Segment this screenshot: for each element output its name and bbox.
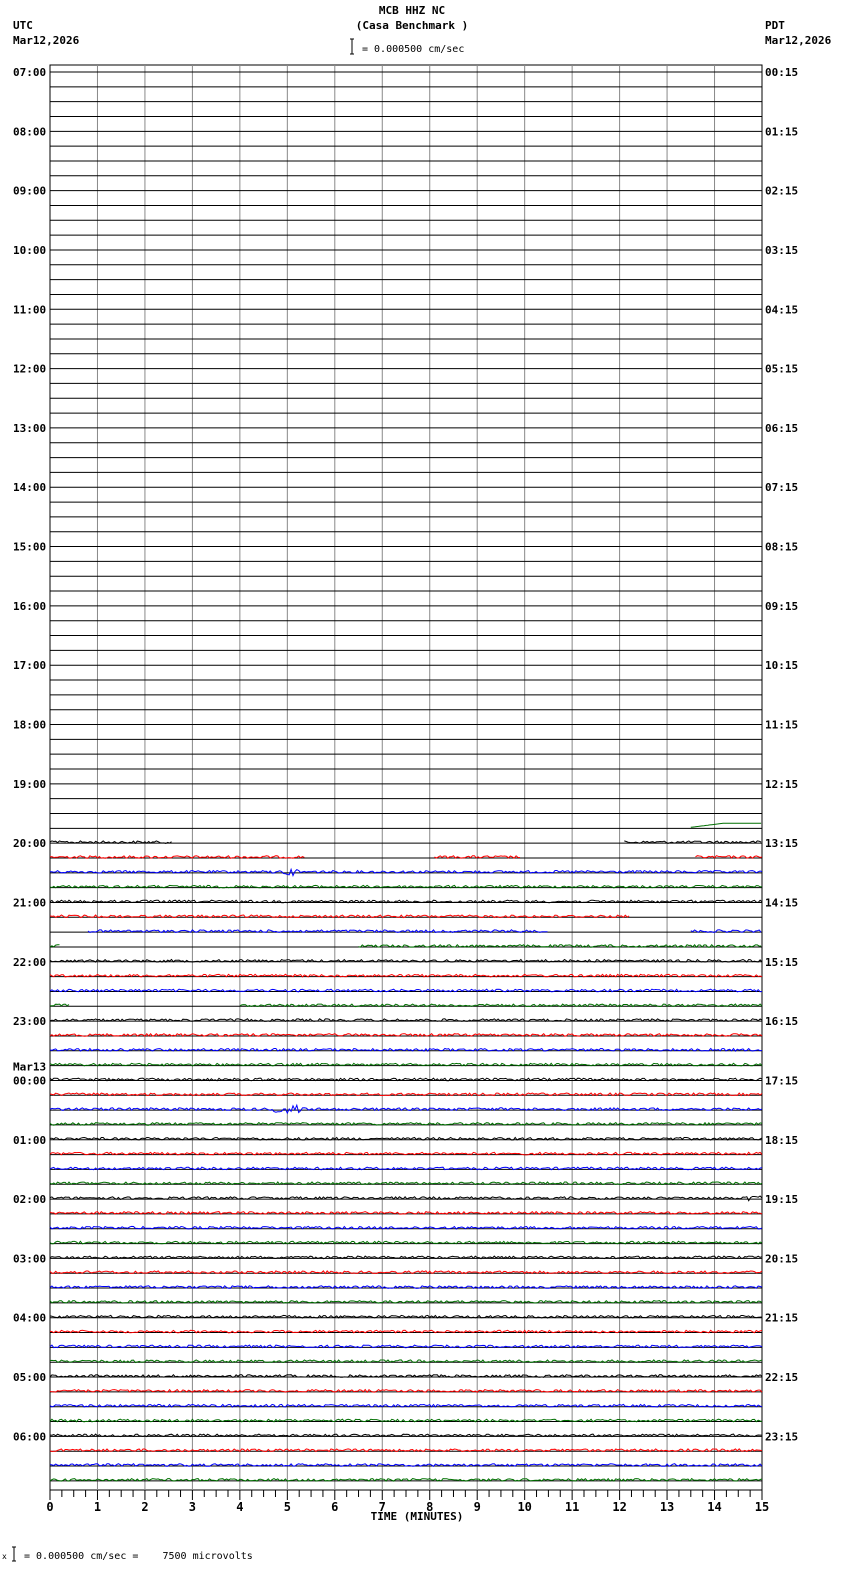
- utc-hour-label: 21:00: [13, 896, 46, 909]
- helicorder-plot: MCB HHZ NC (Casa Benchmark ) UTC Mar12,2…: [2, 4, 832, 1562]
- utc-hour-label: 18:00: [13, 719, 46, 732]
- x-tick-label: 10: [517, 1500, 531, 1514]
- pdt-hour-label: 15:15: [765, 956, 798, 969]
- utc-hour-label: 10:00: [13, 244, 46, 257]
- pdt-hour-label: 14:15: [765, 896, 798, 909]
- footer-scale-prefix: x: [2, 1552, 7, 1561]
- utc-hour-label: 22:00: [13, 956, 46, 969]
- utc-hour-label: 09:00: [13, 185, 46, 198]
- utc-hour-label: 16:00: [13, 600, 46, 613]
- pdt-hour-label: 06:15: [765, 422, 798, 435]
- utc-hour-label: 12:00: [13, 363, 46, 376]
- seismic-trace: [49, 1103, 763, 1115]
- traces: [49, 822, 763, 1482]
- pdt-hour-label: 21:15: [765, 1312, 798, 1325]
- left-date: Mar12,2026: [13, 34, 80, 47]
- pdt-hour-label: 09:15: [765, 600, 798, 613]
- station-subtitle: (Casa Benchmark ): [356, 19, 469, 32]
- x-tick-label: 9: [474, 1500, 481, 1514]
- x-tick-label: 12: [612, 1500, 626, 1514]
- pdt-hour-label: 23:15: [765, 1430, 798, 1443]
- pdt-hour-label: 08:15: [765, 541, 798, 554]
- utc-hour-label: 06:00: [13, 1430, 46, 1443]
- x-tick-label: 5: [284, 1500, 291, 1514]
- utc-hour-label: 13:00: [13, 422, 46, 435]
- right-timezone: PDT: [765, 19, 785, 32]
- pdt-hour-label: 16:15: [765, 1015, 798, 1028]
- utc-hour-label: 19:00: [13, 778, 46, 791]
- plot-frame: [49, 64, 763, 1491]
- x-axis-label: TIME (MINUTES): [371, 1510, 464, 1523]
- scale-text: = 0.000500 cm/sec: [362, 44, 464, 55]
- utc-hour-label: 14:00: [13, 481, 46, 494]
- pdt-hour-label: 00:15: [765, 66, 798, 79]
- right-date: Mar12,2026: [765, 34, 832, 47]
- pdt-hour-label: 12:15: [765, 778, 798, 791]
- pdt-hour-label: 10:15: [765, 659, 798, 672]
- utc-hour-label: 23:00: [13, 1015, 46, 1028]
- pdt-hour-label: 20:15: [765, 1252, 798, 1265]
- utc-hour-label: 08:00: [13, 125, 46, 138]
- pdt-hour-label: 11:15: [765, 719, 798, 732]
- utc-hour-label: 03:00: [13, 1252, 46, 1265]
- pdt-hour-label: 04:15: [765, 303, 798, 316]
- utc-hour-label: 07:00: [13, 66, 46, 79]
- footer-scale-text: = 0.000500 cm/sec = 7500 microvolts: [24, 1551, 253, 1562]
- utc-hour-label: 04:00: [13, 1312, 46, 1325]
- x-tick-label: 14: [707, 1500, 721, 1514]
- utc-hour-label: 17:00: [13, 659, 46, 672]
- pdt-hour-label: 22:15: [765, 1371, 798, 1384]
- pdt-hour-label: 18:15: [765, 1134, 798, 1147]
- grid: [49, 64, 763, 1491]
- utc-hour-label: 05:00: [13, 1371, 46, 1384]
- pdt-hour-label: 02:15: [765, 185, 798, 198]
- utc-hour-label: 11:00: [13, 303, 46, 316]
- x-tick-label: 3: [189, 1500, 196, 1514]
- utc-hour-label: 01:00: [13, 1134, 46, 1147]
- pdt-hour-label: 05:15: [765, 363, 798, 376]
- pdt-hour-label: 01:15: [765, 125, 798, 138]
- x-tick-label: 11: [565, 1500, 579, 1514]
- seismic-trace: [49, 1210, 763, 1215]
- x-tick-label: 2: [141, 1500, 148, 1514]
- left-timezone: UTC: [13, 19, 33, 32]
- x-tick-label: 1: [94, 1500, 101, 1514]
- pdt-hour-label: 17:15: [765, 1074, 798, 1087]
- scale-bar-icon: [350, 38, 354, 55]
- seismic-trace: [49, 1003, 70, 1007]
- seismic-trace: [49, 1195, 763, 1202]
- seismic-trace: [690, 822, 762, 828]
- station-title: MCB HHZ NC: [379, 4, 445, 17]
- x-tick-label: 4: [236, 1500, 243, 1514]
- pdt-hour-label: 07:15: [765, 481, 798, 494]
- footer-scale-bar-icon: [12, 1546, 16, 1562]
- pdt-hour-label: 03:15: [765, 244, 798, 257]
- x-tick-label: 0: [46, 1500, 53, 1514]
- pdt-hour-label: 19:15: [765, 1193, 798, 1206]
- x-tick-label: 6: [331, 1500, 338, 1514]
- x-tick-label: 15: [755, 1500, 769, 1514]
- x-tick-label: 13: [660, 1500, 674, 1514]
- date-change-label: Mar13: [13, 1060, 46, 1073]
- utc-hour-label: 15:00: [13, 541, 46, 554]
- seismic-trace: [49, 884, 763, 889]
- utc-hour-label: 00:00: [13, 1074, 46, 1087]
- pdt-hour-label: 13:15: [765, 837, 798, 850]
- utc-hour-label: 02:00: [13, 1193, 46, 1206]
- utc-hour-label: 20:00: [13, 837, 46, 850]
